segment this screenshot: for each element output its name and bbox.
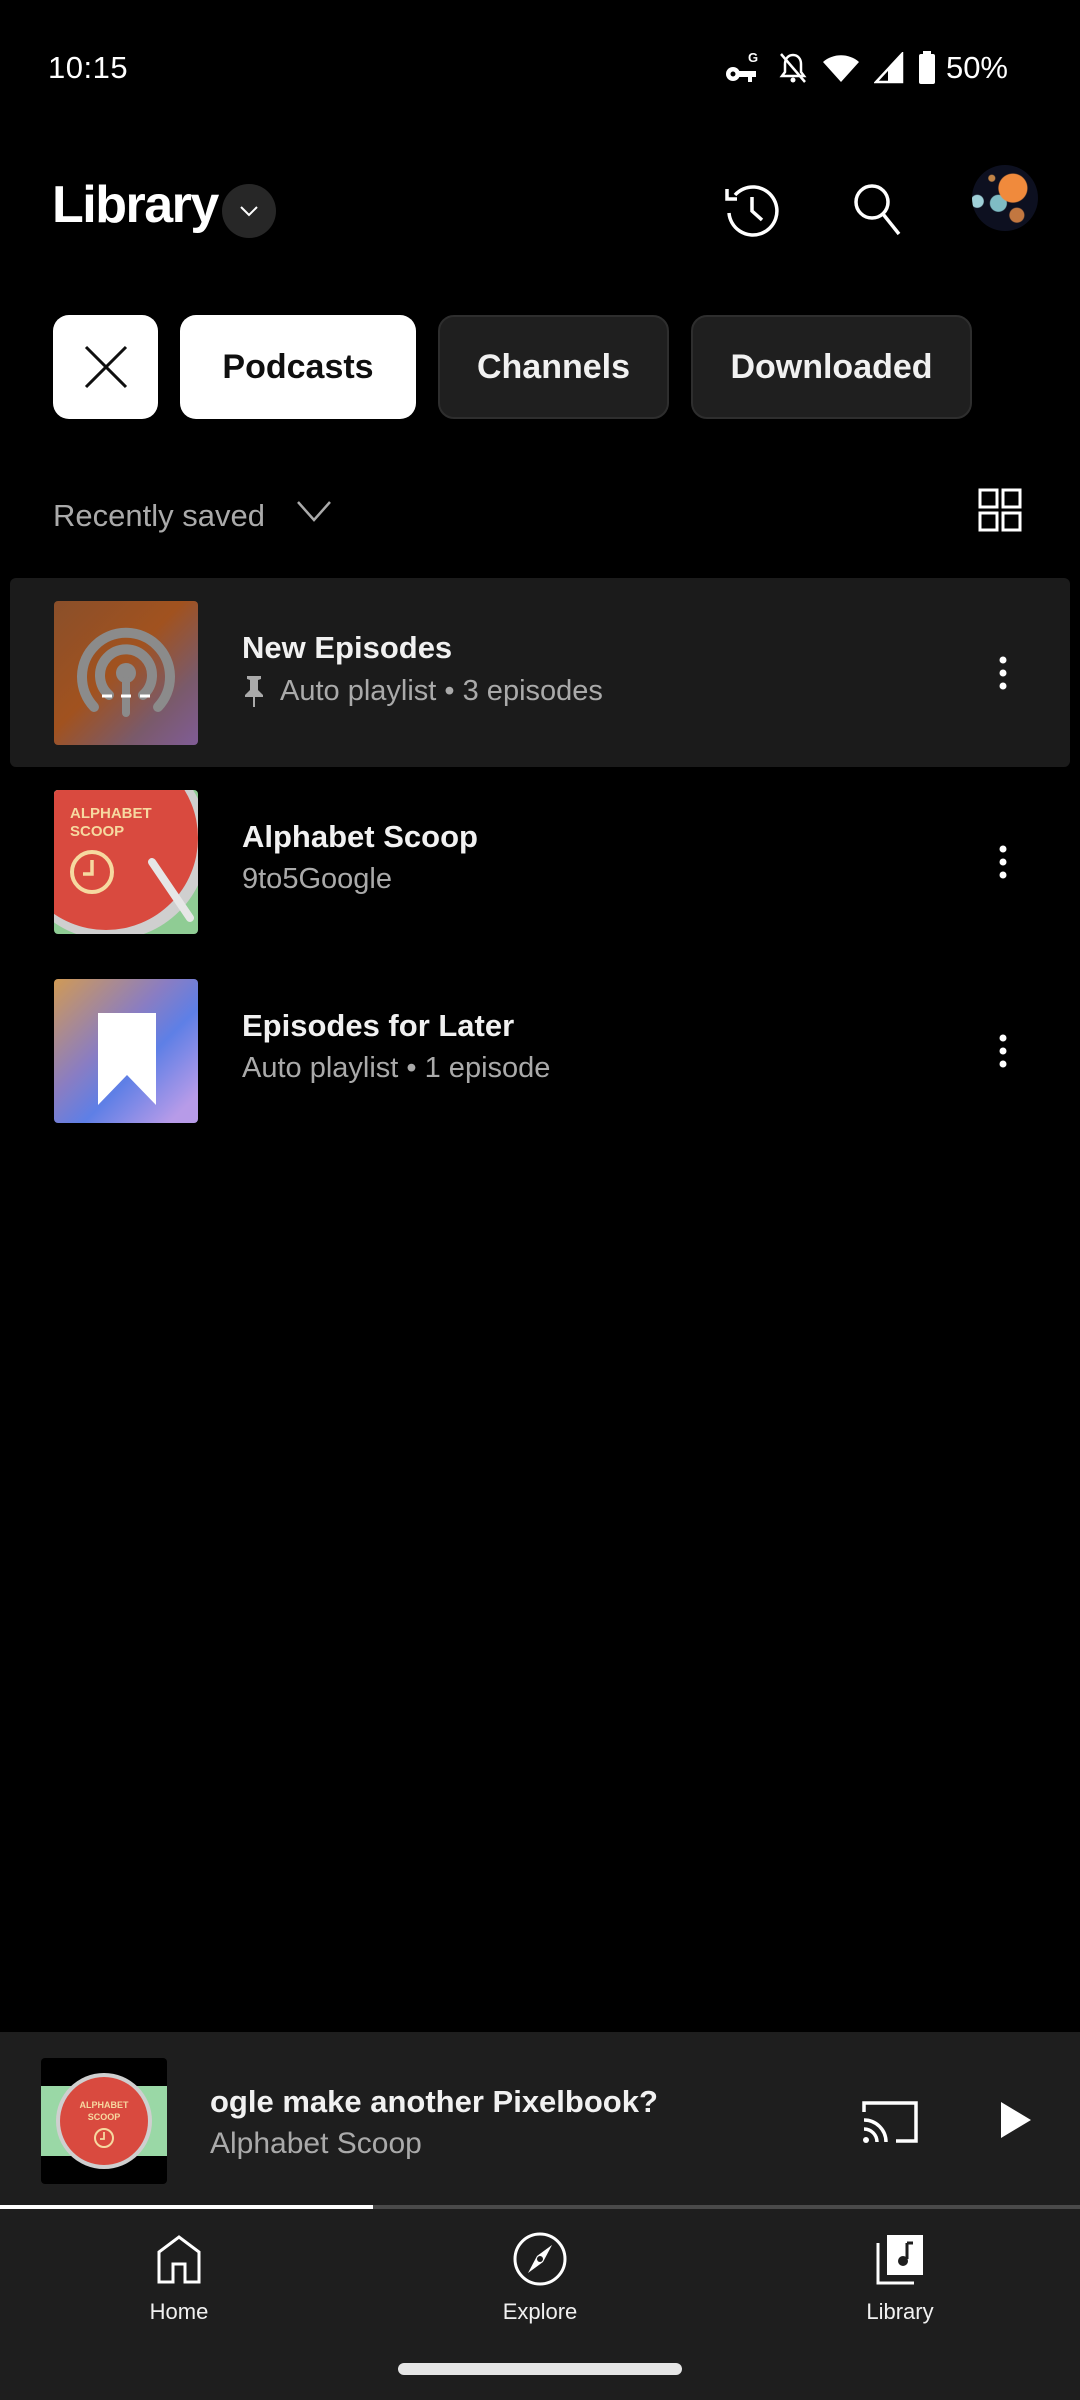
item-subtitle-row: Auto playlist • 3 episodes	[242, 674, 603, 708]
cell-signal-icon	[873, 52, 904, 84]
item-title: Alphabet Scoop	[242, 819, 478, 854]
mini-player[interactable]: ALPHABET SCOOP ogle make another Pixelbo…	[0, 2032, 1080, 2208]
item-subtitle: Auto playlist • 3 episodes	[280, 674, 603, 707]
status-bar: 10:15 G 50%	[0, 0, 1080, 136]
cast-button[interactable]	[858, 2090, 922, 2154]
nav-home[interactable]: Home	[79, 2229, 279, 2339]
grid-view-icon[interactable]	[978, 488, 1022, 532]
status-time: 10:15	[48, 50, 129, 85]
more-vert-icon	[999, 845, 1007, 879]
app-header: Library	[0, 160, 1080, 260]
library-icon	[876, 2235, 923, 2285]
more-vert-icon	[999, 1034, 1007, 1068]
list-item[interactable]: Episodes for Later Auto playlist • 1 epi…	[0, 956, 1080, 1145]
bookmark-icon	[98, 1013, 156, 1105]
nav-label: Library	[866, 2299, 934, 2324]
item-title: New Episodes	[242, 630, 453, 665]
svg-text:ALPHABET: ALPHABET	[80, 2100, 130, 2110]
more-options-button[interactable]	[983, 1018, 1023, 1084]
mini-player-thumbnail: ALPHABET SCOOP	[41, 2058, 167, 2184]
play-button[interactable]	[990, 2088, 1042, 2152]
page-title: Library	[52, 176, 219, 234]
chip-podcasts[interactable]: Podcasts	[180, 315, 416, 419]
clear-filter-button[interactable]	[53, 315, 158, 419]
battery-percentage: 50%	[945, 50, 1008, 85]
cast-icon	[862, 2101, 918, 2143]
new-episodes-thumbnail	[54, 601, 198, 745]
list-item[interactable]: ALPHABET SCOOP Alphabet Scoop 9to5Google	[0, 767, 1080, 956]
alphabet-scoop-art: ALPHABET SCOOP	[41, 2073, 167, 2169]
play-icon	[1001, 2102, 1031, 2138]
alphabet-scoop-art: ALPHABET SCOOP	[54, 790, 198, 934]
chip-downloaded[interactable]: Downloaded	[691, 315, 972, 419]
sort-dropdown[interactable]: Recently saved	[53, 498, 265, 534]
nav-explore[interactable]: Explore	[440, 2229, 640, 2339]
chip-channels[interactable]: Channels	[438, 315, 669, 419]
bell-off-icon	[778, 51, 808, 85]
library-dropdown-button[interactable]	[222, 184, 276, 238]
alphabet-scoop-thumbnail: ALPHABET SCOOP	[54, 790, 198, 934]
home-icon	[157, 2235, 201, 2284]
library-list: New Episodes Auto playlist • 3 episodes …	[0, 578, 1080, 1145]
sort-row: Recently saved	[0, 488, 1080, 548]
filter-chips: Podcasts Channels Downloaded	[53, 315, 972, 419]
history-button[interactable]	[714, 172, 790, 248]
search-icon	[854, 184, 901, 236]
search-button[interactable]	[840, 172, 916, 248]
item-subtitle: Auto playlist • 1 episode	[242, 1052, 551, 1084]
svg-text:SCOOP: SCOOP	[70, 823, 124, 840]
battery-icon	[918, 51, 936, 85]
nav-library[interactable]: Library	[800, 2229, 1000, 2339]
chevron-down-icon[interactable]	[296, 500, 332, 524]
pin-icon	[245, 676, 263, 707]
episodes-for-later-thumbnail	[54, 979, 198, 1123]
svg-text:SCOOP: SCOOP	[88, 2112, 121, 2122]
chevron-down-icon	[240, 206, 258, 217]
vpn-key-icon: G	[724, 50, 764, 86]
now-playing-podcast: Alphabet Scoop	[210, 2127, 422, 2160]
gesture-home-indicator[interactable]	[398, 2363, 682, 2375]
now-playing-title: ogle make another Pixelbook?	[210, 2084, 658, 2119]
wifi-icon	[822, 52, 860, 84]
nav-label: Explore	[502, 2299, 578, 2324]
history-icon	[725, 185, 779, 237]
avatar[interactable]	[972, 165, 1038, 231]
item-title: Episodes for Later	[242, 1008, 515, 1043]
more-options-button[interactable]	[983, 829, 1023, 895]
more-options-button[interactable]	[983, 640, 1023, 706]
status-icons: G 50%	[724, 48, 1008, 88]
more-vert-icon	[999, 656, 1007, 690]
item-subtitle: 9to5Google	[242, 863, 392, 895]
svg-text:G: G	[748, 50, 758, 65]
close-icon	[84, 345, 127, 389]
podcast-icon	[77, 627, 175, 717]
svg-text:ALPHABET: ALPHABET	[70, 805, 152, 822]
list-item[interactable]: New Episodes Auto playlist • 3 episodes	[10, 578, 1070, 767]
nav-label: Home	[149, 2299, 209, 2324]
explore-icon	[513, 2232, 567, 2286]
